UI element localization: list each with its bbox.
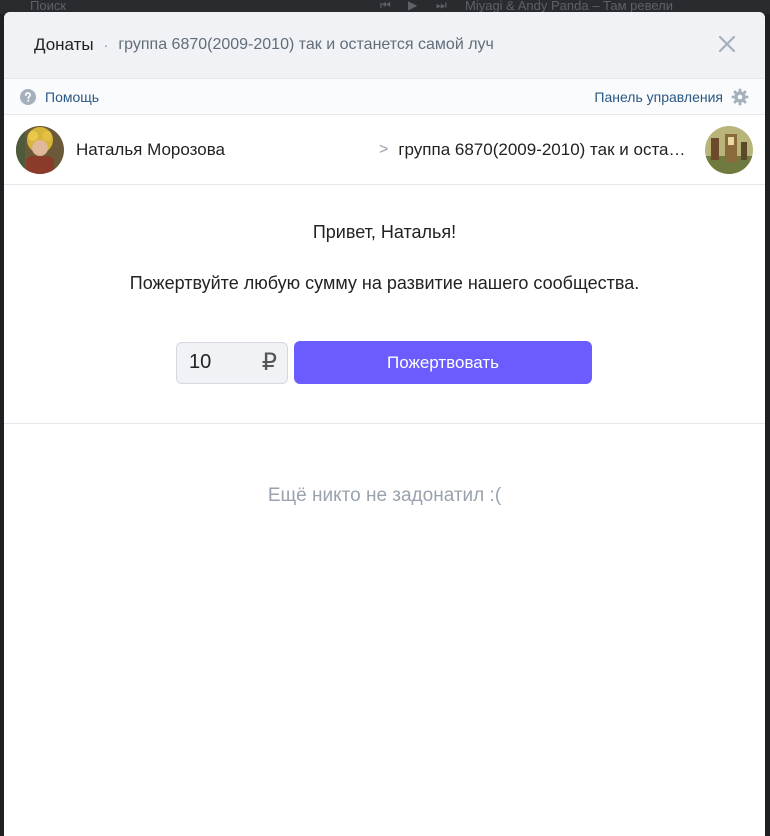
donation-route: Наталья Морозова > группа 6870(2009-2010… bbox=[4, 115, 765, 185]
help-bar: Помощь Панель управления bbox=[4, 78, 765, 115]
title-separator: · bbox=[103, 37, 109, 53]
donate-form: 10 ₽ Пожертвовать bbox=[176, 341, 592, 384]
help-link[interactable]: Помощь bbox=[20, 88, 100, 105]
ruble-icon: ₽ bbox=[261, 349, 277, 376]
no-donors-message: Ещё никто не задонатил :( bbox=[267, 485, 502, 506]
chevron-right-icon: > bbox=[379, 140, 389, 158]
help-icon bbox=[20, 88, 36, 105]
user-name[interactable]: Наталья Морозова bbox=[76, 140, 225, 160]
close-icon[interactable] bbox=[717, 34, 737, 54]
amount-value[interactable]: 10 bbox=[189, 351, 211, 374]
control-panel-link[interactable]: Панель управления bbox=[594, 88, 749, 106]
donate-section: Привет, Наталья! Пожертвуйте любую сумму… bbox=[4, 185, 765, 424]
group-avatar[interactable] bbox=[705, 125, 753, 174]
route-target: > группа 6870(2009-2010) так и останется… bbox=[379, 115, 753, 184]
modal-title: Донаты bbox=[34, 35, 94, 54]
play-icon: ▶ bbox=[408, 0, 418, 12]
donations-modal: Донаты · группа 6870(2009-2010) так и ос… bbox=[4, 12, 765, 836]
gear-icon bbox=[731, 88, 749, 105]
user-avatar[interactable] bbox=[16, 125, 64, 174]
greeting-text: Привет, Наталья! bbox=[312, 222, 457, 242]
help-label: Помощь bbox=[45, 88, 100, 105]
amount-input[interactable]: 10 ₽ bbox=[176, 341, 288, 384]
donation-pitch: Пожертвуйте любую сумму на развитие наше… bbox=[129, 273, 640, 293]
control-panel-label: Панель управления bbox=[594, 88, 723, 105]
modal-header: Донаты · группа 6870(2009-2010) так и ос… bbox=[4, 12, 765, 78]
group-name[interactable]: группа 6870(2009-2010) так и останется с… bbox=[398, 140, 688, 160]
modal-subtitle: группа 6870(2009-2010) так и останется с… bbox=[118, 36, 494, 53]
donate-button[interactable]: Пожертвовать bbox=[294, 341, 592, 384]
